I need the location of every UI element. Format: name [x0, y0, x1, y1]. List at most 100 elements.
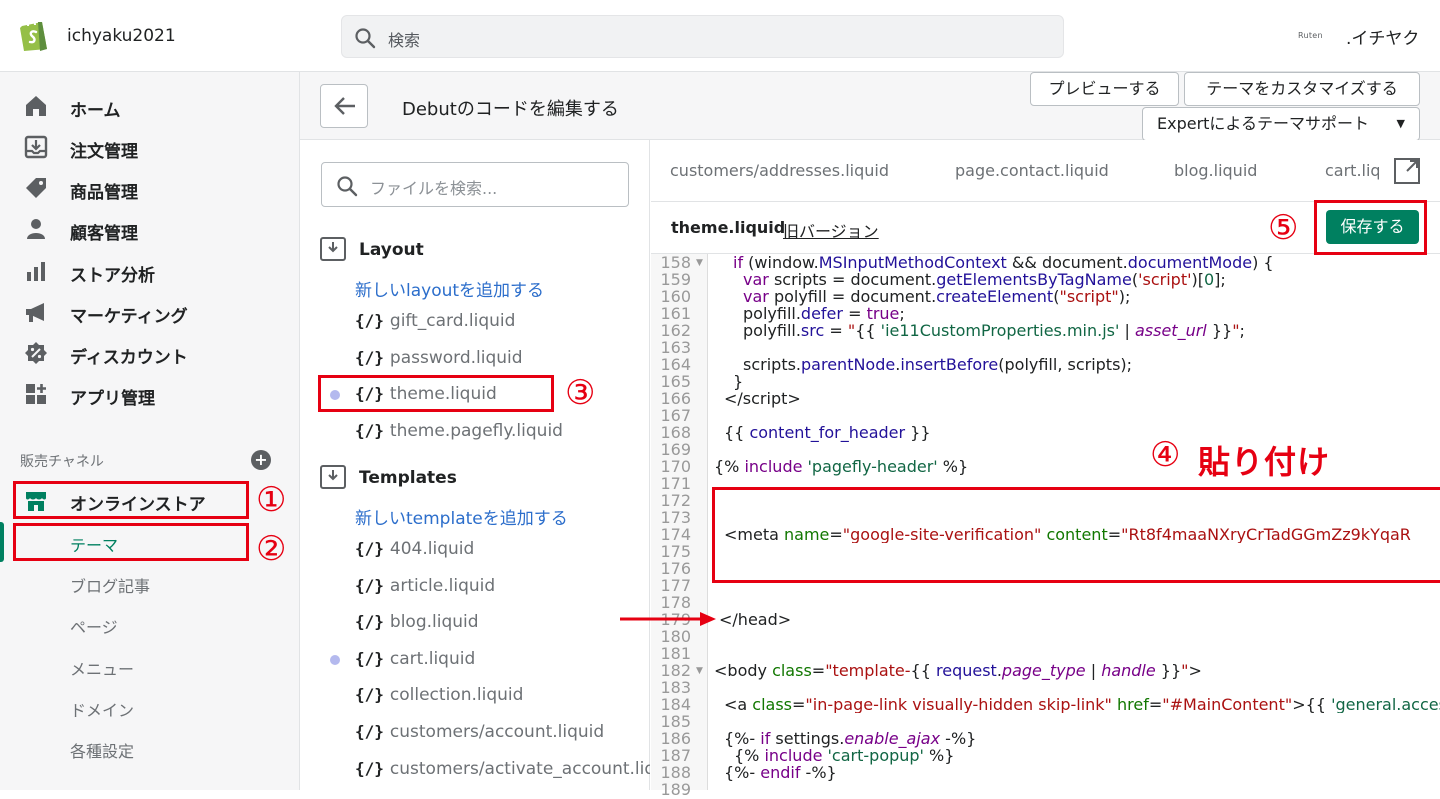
- code-line-179: </head>: [719, 610, 792, 629]
- line-number: 182: [660, 661, 691, 680]
- folder-label-templates[interactable]: Templates: [359, 468, 457, 488]
- line-number: 177: [660, 576, 691, 595]
- bar-chart-icon: [27, 262, 45, 281]
- add-layout-link[interactable]: 新しいlayoutを追加する: [355, 276, 544, 301]
- file-item[interactable]: {/} theme.pagefly.liquid: [355, 421, 563, 445]
- customize-theme-button[interactable]: テーマをカスタマイズする: [1184, 72, 1420, 106]
- annotation-box-4: [712, 487, 1440, 583]
- file-item[interactable]: {/} gift_card.liquid: [355, 311, 515, 335]
- file-item[interactable]: {/} customers/account.liquid: [355, 722, 604, 746]
- line-number: 161: [660, 304, 691, 323]
- sidebar-item-customers[interactable]: 顧客管理: [0, 209, 300, 249]
- file-item[interactable]: {/} password.liquid: [355, 348, 523, 372]
- line-number: 158: [660, 253, 691, 272]
- annotation-number-5: ⑤: [1268, 208, 1299, 248]
- user-name[interactable]: .イチヤク: [1346, 24, 1419, 49]
- search-icon: [355, 28, 376, 49]
- top-bar: ichyaku2021 検索 Ruten .イチヤク: [0, 0, 1440, 72]
- sales-channel-heading: 販売チャネル: [20, 454, 104, 470]
- code-line-170: {% include 'pagefly-header' %}: [714, 457, 969, 476]
- current-filename: theme.liquid: [671, 218, 786, 237]
- back-button[interactable]: [320, 84, 368, 128]
- annotation-number-4: ④: [1150, 435, 1181, 475]
- annotation-paste-label: 貼り付け: [1198, 443, 1331, 481]
- tab-file[interactable]: blog.liquid: [1174, 161, 1257, 180]
- line-number: 176: [660, 559, 691, 578]
- annotation-number-2: ②: [256, 529, 287, 569]
- preview-button[interactable]: プレビューする: [1030, 72, 1179, 106]
- annotation-number-3: ③: [565, 373, 596, 413]
- line-number: 166: [660, 389, 691, 408]
- store-name[interactable]: ichyaku2021: [67, 26, 176, 46]
- code-bracket-icon: {/}: [355, 421, 384, 440]
- line-number: 172: [660, 491, 691, 510]
- file-item[interactable]: {/} cart.liquid: [355, 649, 475, 673]
- line-number: 175: [660, 542, 691, 561]
- sidebar-subitem-domains[interactable]: ドメイン: [70, 697, 134, 721]
- file-item[interactable]: {/} collection.liquid: [355, 685, 523, 709]
- sidebar-item-label: 商品管理: [70, 183, 138, 203]
- file-item[interactable]: {/} 404.liquid: [355, 539, 474, 563]
- line-number: 180: [660, 627, 691, 646]
- sidebar-item-analytics[interactable]: ストア分析: [0, 251, 300, 291]
- old-version-link[interactable]: 旧バージョン: [783, 218, 879, 242]
- sidebar-subitem-preferences[interactable]: 各種設定: [70, 738, 134, 762]
- code-bracket-icon: {/}: [355, 311, 384, 330]
- line-number: 184: [660, 695, 691, 714]
- code-bracket-icon: {/}: [355, 759, 384, 778]
- sidebar-subitem-pages[interactable]: ページ: [70, 614, 118, 638]
- sidebar-item-label: アプリ管理: [70, 389, 155, 409]
- sidebar-item-home[interactable]: ホーム: [0, 86, 300, 126]
- expand-icon[interactable]: [1394, 158, 1420, 184]
- fold-arrow-icon[interactable]: ▼: [696, 666, 703, 676]
- code-line-186: {%- if settings.enable_ajax -%}: [724, 729, 977, 748]
- sidebar-subitem-menu[interactable]: メニュー: [70, 656, 134, 680]
- expert-support-label: Expertによるテーマサポート: [1157, 114, 1369, 133]
- code-line-162: polyfill.src = "{{ 'ie11CustomProperties…: [743, 321, 1245, 340]
- sidebar-item-apps[interactable]: アプリ管理: [0, 374, 300, 414]
- sidebar-item-orders[interactable]: 注文管理: [0, 127, 300, 167]
- code-bracket-icon: {/}: [355, 539, 384, 558]
- sidebar-item-products[interactable]: 商品管理: [0, 168, 300, 208]
- open-file-tabs: customers/addresses.liquid page.contact.…: [651, 140, 1440, 202]
- code-line-188: {%- endif -%}: [724, 763, 837, 782]
- folder-download-icon: [320, 237, 346, 261]
- code-bracket-icon: {/}: [355, 649, 384, 668]
- search-icon: [337, 176, 358, 197]
- code-line-159: var scripts = document.getElementsByTagN…: [743, 270, 1226, 289]
- shopify-logo-icon[interactable]: [18, 18, 50, 52]
- line-number: 185: [660, 712, 691, 731]
- sidebar-item-discounts[interactable]: ディスカウント: [0, 333, 300, 373]
- add-channel-button[interactable]: +: [251, 450, 271, 470]
- folder-download-icon: [320, 465, 346, 489]
- sidebar-item-marketing[interactable]: マーケティング: [0, 292, 300, 332]
- code-line-187: {% include 'cart-popup' %}: [734, 746, 955, 765]
- line-number: 167: [660, 406, 691, 425]
- search-placeholder: 検索: [388, 31, 421, 50]
- sidebar-item-label: ホーム: [70, 101, 121, 121]
- code-line-165: }: [733, 372, 744, 391]
- sidebar-subitem-blog[interactable]: ブログ記事: [70, 573, 150, 597]
- code-line-182: <body class="template-{{ request.page_ty…: [714, 661, 1202, 680]
- tag-icon: [26, 178, 46, 198]
- file-search-input[interactable]: ファイルを検索...: [321, 162, 629, 207]
- fold-arrow-icon[interactable]: ▼: [696, 258, 703, 268]
- code-line-160: var polyfill = document.createElement("s…: [743, 287, 1131, 306]
- sidebar-item-label: 注文管理: [70, 142, 138, 162]
- expert-support-button[interactable]: Expertによるテーマサポート ▼: [1142, 107, 1420, 141]
- tab-file[interactable]: customers/addresses.liquid: [670, 161, 889, 180]
- line-number: 188: [660, 763, 691, 782]
- file-item[interactable]: {/}customers/activate_account.liquid: [355, 759, 650, 783]
- annotation-box-2: [13, 523, 249, 561]
- tab-file[interactable]: page.contact.liquid: [955, 161, 1109, 180]
- add-template-link[interactable]: 新しいtemplateを追加する: [355, 504, 568, 529]
- line-number: 174: [660, 525, 691, 544]
- folder-label-layout[interactable]: Layout: [359, 240, 424, 260]
- file-item[interactable]: {/} article.liquid: [355, 576, 495, 600]
- code-bracket-icon: {/}: [355, 722, 384, 741]
- arrow-left-icon: [334, 97, 355, 115]
- file-item[interactable]: {/} blog.liquid: [355, 612, 479, 636]
- tab-file[interactable]: cart.liquid: [1325, 161, 1379, 180]
- line-number: 163: [660, 338, 691, 357]
- search-input[interactable]: 検索: [341, 15, 1064, 58]
